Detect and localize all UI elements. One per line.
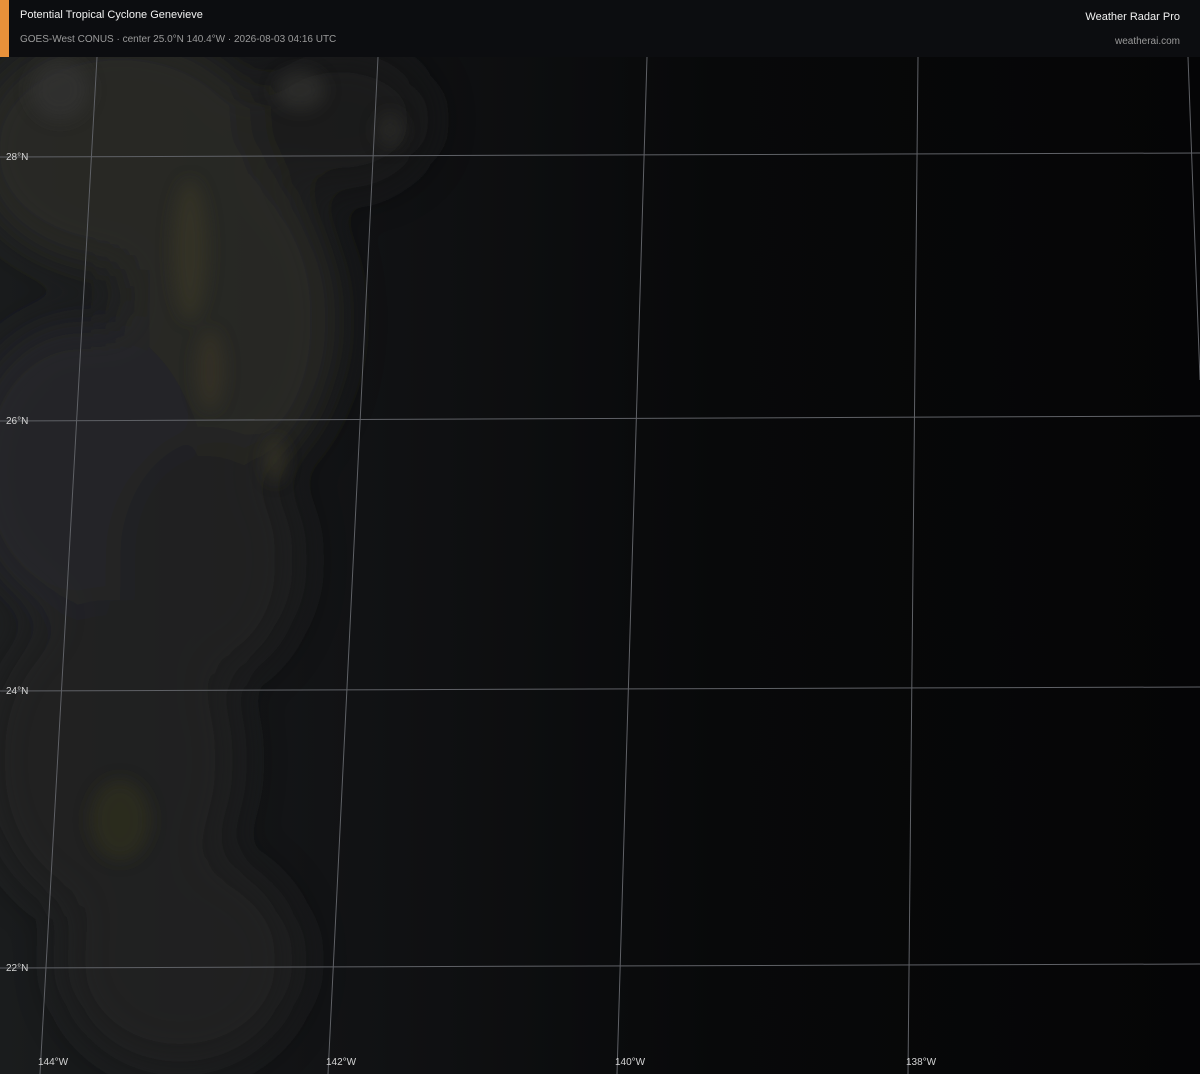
longitude-label: 138°W: [906, 1057, 937, 1068]
satellite-imagery: [0, 0, 1200, 1074]
satellite-map[interactable]: 28°N 26°N 24°N 22°N 144°W 142°W 140°W 138°W Po…: [0, 0, 1200, 1074]
latitude-label: 28°N: [6, 152, 29, 163]
brand-name: Weather Radar Pro: [1085, 11, 1180, 23]
latitude-label: 24°N: [6, 686, 29, 697]
longitude-label: 144°W: [38, 1057, 69, 1068]
latitude-label: 26°N: [6, 416, 29, 427]
longitude-label: 140°W: [615, 1057, 646, 1068]
accent-bar: [0, 0, 9, 57]
storm-title: Potential Tropical Cyclone Genevieve: [20, 9, 203, 21]
longitude-label: 142°W: [326, 1057, 357, 1068]
latitude-label: 22°N: [6, 963, 29, 974]
site-link[interactable]: weatherai.com: [1115, 36, 1180, 47]
header-bar: Potential Tropical Cyclone Genevieve GOE…: [0, 0, 1200, 57]
imagery-subtitle: GOES-West CONUS · center 25.0°N 140.4°W …: [20, 34, 337, 45]
